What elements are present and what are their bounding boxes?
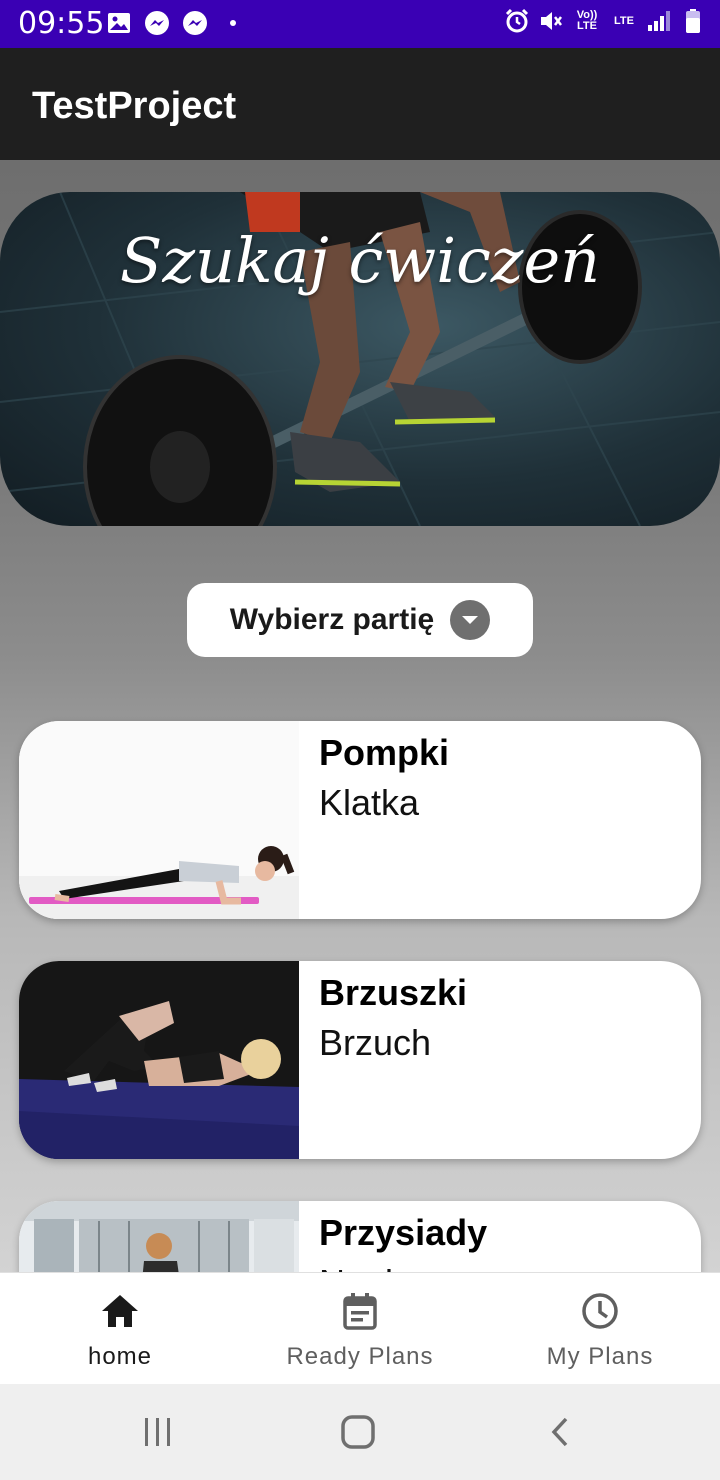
app-title: TestProject	[32, 85, 237, 127]
nav-item-home[interactable]: home	[0, 1273, 240, 1385]
status-bar: 09:55 Vo)) LTE LTE	[0, 0, 720, 48]
nav-label: Ready Plans	[286, 1343, 434, 1370]
exercise-body-part: Nogi	[319, 1261, 393, 1272]
dot-icon	[220, 10, 246, 36]
messenger-icon	[144, 10, 170, 36]
hero-banner: Szukaj ćwiczeń	[0, 192, 720, 526]
nav-item-ready-plans[interactable]: Ready Plans	[240, 1273, 480, 1385]
home-icon	[102, 1295, 138, 1327]
status-time: 09:55	[18, 6, 105, 41]
system-navigation-bar	[0, 1384, 720, 1480]
app-bar: TestProject	[0, 48, 720, 160]
exercise-image	[19, 1201, 299, 1272]
body-part-dropdown[interactable]: Wybierz partię	[187, 583, 533, 657]
volte-icon: Vo)) LTE	[576, 9, 598, 32]
nav-label: My Plans	[546, 1343, 654, 1370]
nav-label: home	[87, 1343, 153, 1370]
lte-icon: LTE	[614, 14, 634, 27]
exercise-name: Pompki	[319, 732, 450, 773]
signal-icon	[646, 8, 672, 34]
exercise-body-part: Brzuch	[319, 1022, 432, 1063]
exercise-body-part: Klatka	[319, 782, 420, 823]
exercise-card-pompki[interactable]: Pompki Klatka	[19, 721, 701, 919]
exercise-image	[19, 961, 299, 1159]
image-icon	[106, 10, 132, 36]
clock-icon	[582, 1293, 618, 1329]
exercise-card-brzuszki[interactable]: Brzuszki Brzuch	[19, 961, 701, 1159]
home-button-icon[interactable]	[340, 1414, 376, 1450]
recent-apps-icon[interactable]	[142, 1416, 174, 1448]
battery-icon	[680, 8, 706, 34]
exercise-name: Brzuszki	[319, 972, 468, 1013]
bottom-navigation: home Ready Plans My Plans	[0, 1272, 720, 1385]
exercise-name: Przysiady	[319, 1212, 488, 1253]
calendar-icon	[343, 1293, 377, 1330]
chevron-down-icon	[450, 600, 491, 640]
alarm-icon	[504, 8, 530, 34]
messenger-icon	[182, 10, 208, 36]
back-icon[interactable]	[548, 1416, 572, 1448]
exercise-image	[19, 721, 299, 919]
exercise-list-screen[interactable]: Szukaj ćwiczeń Wybierz partię Pompki Kla	[0, 160, 720, 1272]
hero-title: Szukaj ćwiczeń	[119, 224, 601, 297]
nav-item-my-plans[interactable]: My Plans	[480, 1273, 720, 1385]
dropdown-label: Wybierz partię	[229, 603, 435, 636]
mute-icon	[538, 8, 564, 34]
exercise-card-przysiady[interactable]: Przysiady Nogi	[19, 1201, 701, 1272]
